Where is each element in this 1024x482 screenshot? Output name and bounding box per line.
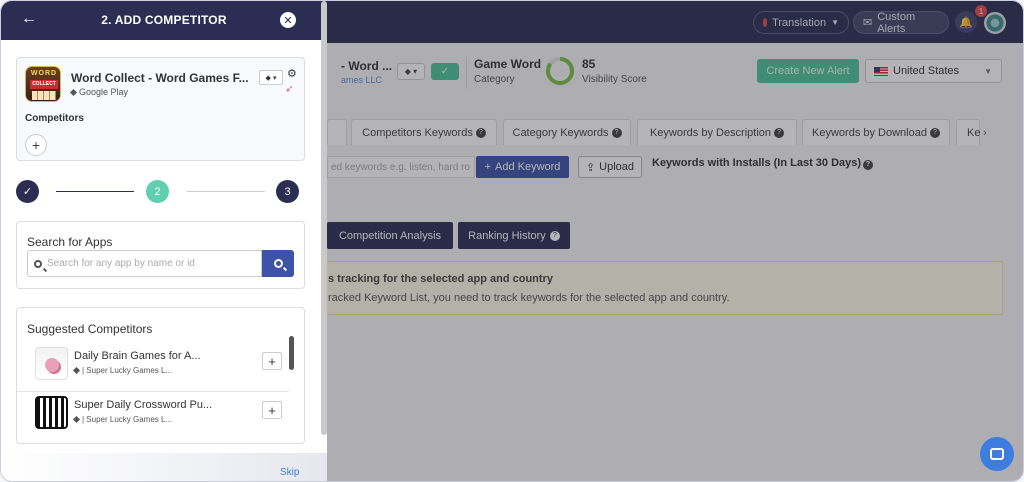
step-connector <box>187 191 265 192</box>
search-icon <box>273 259 283 268</box>
add-competitor-panel: ← 2. ADD COMPETITOR ✕ WORD COLLECT Word … <box>1 1 327 481</box>
suggested-app-name: Super Daily Crossword Pu... <box>74 399 213 411</box>
search-button[interactable] <box>262 250 294 277</box>
search-placeholder: Search for any app by name or id <box>47 258 195 269</box>
competitors-label: Competitors <box>25 113 84 124</box>
store-label: Google Play <box>79 87 129 97</box>
list-scrollbar[interactable] <box>289 336 294 370</box>
step-2-active: 2 <box>146 180 169 203</box>
chevron-down-icon: ▾ <box>272 74 277 82</box>
step-1-complete: ✓ <box>16 180 39 203</box>
add-suggested-button[interactable]: + <box>262 401 282 419</box>
search-icon <box>34 259 42 268</box>
search-apps-section: Search for Apps Search for any app by na… <box>16 221 305 289</box>
store-select[interactable]: ◆ ▾ <box>259 70 283 85</box>
step-3: 3 <box>276 180 299 203</box>
panel-scrollbar[interactable] <box>321 1 327 435</box>
app-icon-word: WORD <box>30 70 58 77</box>
rocket-icon[interactable]: ➶ <box>285 84 293 95</box>
check-icon: ✓ <box>22 186 33 198</box>
list-item: Daily Brain Games for A... | Super Lucky… <box>17 344 289 392</box>
app-icon-grid <box>32 91 56 100</box>
suggested-competitors-section: Suggested Competitors Daily Brain Games … <box>16 307 305 444</box>
chat-button[interactable] <box>980 437 1014 471</box>
google-play-icon <box>69 88 78 96</box>
add-suggested-button[interactable]: + <box>262 352 282 370</box>
selected-app-card: WORD COLLECT Word Collect - Word Games F… <box>16 57 305 161</box>
gear-icon[interactable]: ⚙ <box>287 67 297 80</box>
panel-header: ← 2. ADD COMPETITOR ✕ <box>1 1 327 40</box>
developer-label: | Super Lucky Games L... <box>82 366 173 375</box>
app-icon-collect: COLLECT <box>30 80 58 89</box>
skip-link[interactable]: Skip <box>280 467 299 478</box>
developer-label: | Super Lucky Games L... <box>82 415 173 424</box>
app-name: Word Collect - Word Games F... <box>71 71 249 85</box>
google-play-icon <box>72 415 81 424</box>
google-play-icon <box>72 366 81 375</box>
app-store: Google Play <box>69 87 129 97</box>
step-connector <box>56 191 134 192</box>
suggested-title: Suggested Competitors <box>27 322 153 336</box>
app-icon <box>35 396 68 429</box>
add-competitor-button[interactable]: + <box>25 134 47 156</box>
suggested-app-developer: | Super Lucky Games L... <box>72 415 173 424</box>
store-icon: ◆ <box>265 74 271 82</box>
app-window: Translation ▼ ✉ Custom Alerts 🔔 1 - Word… <box>0 0 1024 482</box>
list-item: Super Daily Crossword Pu... | Super Luck… <box>17 393 289 441</box>
suggested-app-developer: | Super Lucky Games L... <box>72 366 173 375</box>
search-apps-title: Search for Apps <box>27 235 113 249</box>
panel-footer <box>1 453 327 481</box>
search-input[interactable]: Search for any app by name or id <box>27 250 262 277</box>
app-icon <box>35 347 68 380</box>
app-icon: WORD COLLECT <box>25 66 61 102</box>
close-icon[interactable]: ✕ <box>280 12 296 28</box>
chat-icon <box>990 448 1004 460</box>
suggested-app-name: Daily Brain Games for A... <box>74 350 201 362</box>
panel-title: 2. ADD COMPETITOR <box>101 13 227 27</box>
